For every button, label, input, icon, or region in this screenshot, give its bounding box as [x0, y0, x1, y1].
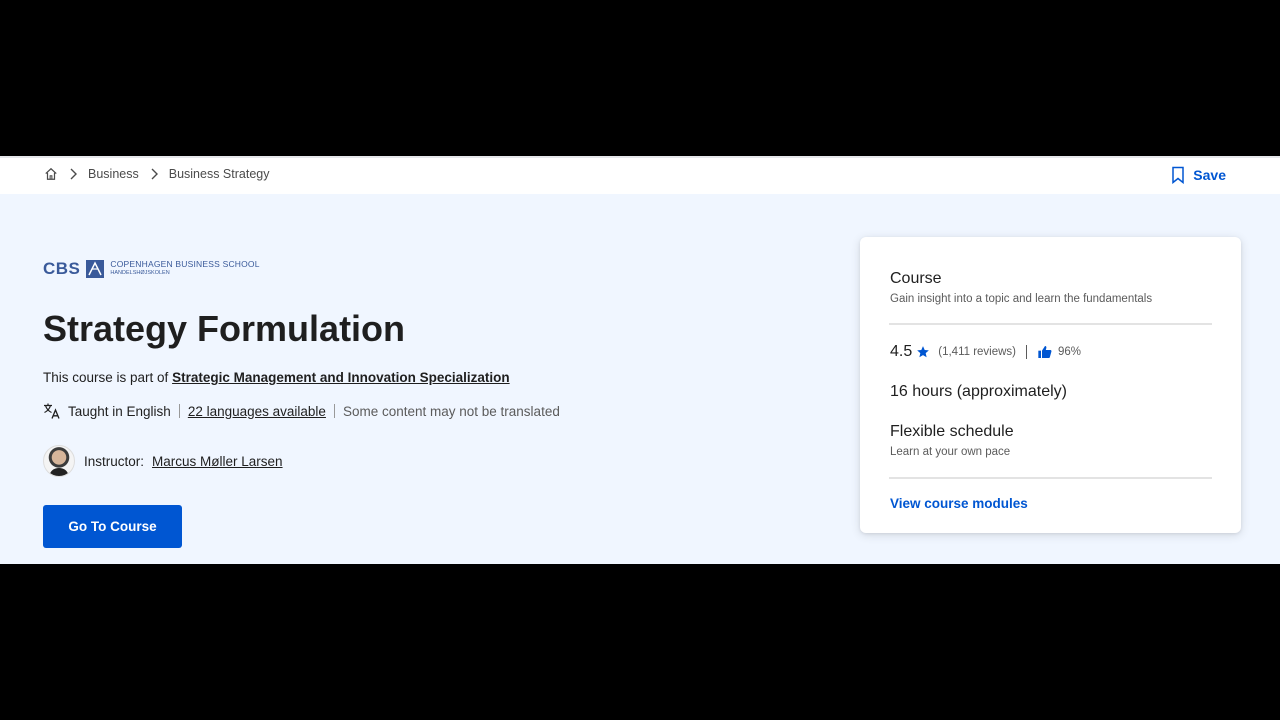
schedule-title: Flexible schedule [890, 423, 1014, 440]
review-count[interactable]: (1,411 reviews) [938, 346, 1016, 358]
home-icon[interactable] [44, 167, 58, 181]
logo-text: COPENHAGEN BUSINESS SCHOOL HANDELSHØJSKO… [110, 260, 259, 278]
language-info: Taught in English 22 languages available… [43, 402, 560, 420]
languages-link[interactable]: 22 languages available [188, 404, 326, 419]
thumbs-up-icon [1037, 344, 1053, 360]
card-divider [889, 323, 1212, 325]
logo-line-1: COPENHAGEN BUSINESS SCHOOL [110, 259, 260, 269]
view-modules-link[interactable]: View course modules [890, 496, 1028, 511]
card-type: Course [890, 270, 942, 287]
breadcrumb-business[interactable]: Business [88, 167, 139, 181]
logo-mark-icon [86, 260, 105, 278]
divider [333, 404, 335, 418]
star-icon [916, 345, 930, 359]
logo-line-2: HANDELSHØJSKOLEN [110, 270, 170, 276]
save-label: Save [1193, 167, 1226, 183]
translate-icon [43, 402, 61, 420]
course-page: Business Business Strategy Save CBS COPE… [0, 156, 1280, 564]
instructor-label: Instructor: [84, 453, 145, 469]
chevron-right-icon [149, 168, 159, 180]
bookmark-icon [1171, 166, 1185, 184]
divider [1026, 345, 1028, 359]
rating-score: 4.5 [890, 343, 913, 360]
rating-row: 4.5 (1,411 reviews) 96% [890, 343, 1081, 361]
divider [178, 404, 180, 418]
part-of-prefix: This course is part of [43, 370, 173, 385]
instructor-row: Instructor: Marcus Møller Larsen [43, 445, 283, 477]
course-duration: 16 hours (approximately) [890, 383, 1067, 400]
taught-in: Taught in English [68, 403, 171, 419]
schedule-desc: Learn at your own pace [890, 446, 1011, 458]
translation-note: Some content may not be translated [342, 403, 560, 419]
instructor-link[interactable]: Marcus Møller Larsen [152, 454, 283, 469]
specialization-link[interactable]: Strategic Management and Innovation Spec… [172, 370, 510, 385]
specialization-note: This course is part of Strategic Managem… [43, 370, 510, 385]
partner-logo[interactable]: CBS COPENHAGEN BUSINESS SCHOOL HANDELSHØ… [43, 259, 260, 279]
avatar [43, 445, 75, 477]
go-to-course-button[interactable]: Go To Course [43, 505, 182, 548]
breadcrumb: Business Business Strategy [44, 167, 269, 181]
logo-abbr: CBS [43, 259, 81, 278]
course-title: Strategy Formulation [43, 308, 406, 349]
chevron-right-icon [68, 168, 78, 180]
course-info-card: Course Gain insight into a topic and lea… [860, 237, 1241, 533]
breadcrumb-business-strategy[interactable]: Business Strategy [169, 167, 270, 181]
top-bar: Business Business Strategy Save [0, 156, 1280, 194]
save-button[interactable]: Save [1171, 166, 1226, 184]
card-divider [889, 477, 1212, 479]
card-type-desc: Gain insight into a topic and learn the … [890, 293, 1153, 305]
approval-rate: 96% [1058, 346, 1082, 358]
